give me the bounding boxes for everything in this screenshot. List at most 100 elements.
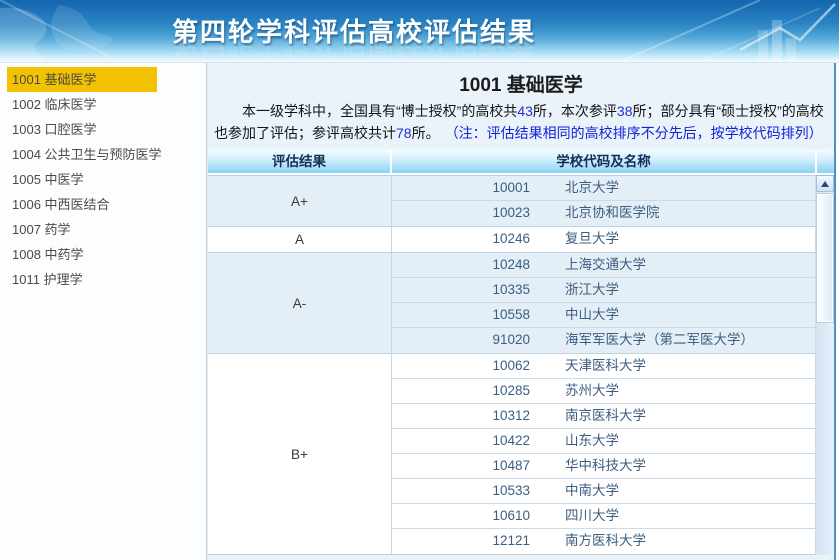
school-name: 中山大学 [565,307,619,322]
grade-label: B+ [208,354,392,554]
school-name: 苏州大学 [565,383,619,398]
school-row: 10001 北京大学 [392,176,815,201]
school-name: 浙江大学 [565,282,619,297]
school-list: 10062 天津医科大学 10285 苏州大学 10312 南京医科大学 104… [392,354,815,554]
intro-note: （注：评估结果相同的高校排序不分先后，按学校代码排列） [451,125,823,141]
school-code: 10285 [492,383,530,398]
school-code: 10487 [492,458,530,473]
school-row: 10335 浙江大学 [392,278,815,303]
school-row: 10248 上海交通大学 [392,253,815,278]
grade-label: A [208,227,392,252]
scrollbar-track[interactable] [816,192,834,555]
grade-group: A 10246 复旦大学 [208,227,815,253]
school-row: 91020 海军军医大学（第二军医大学） [392,328,815,353]
sidebar-item-label: 1001 基础医学 [12,72,97,87]
intro-text-2: 所，本次参评 [532,103,617,119]
section-title: 1001 基础医学 [459,75,583,96]
school-row: 10023 北京协和医学院 [392,201,815,226]
school-row: 12121 南方医科大学 [392,529,815,554]
school-code: 10533 [492,483,530,498]
grade-label: A+ [208,176,392,226]
page: 第四轮学科评估高校评估结果 第四轮学科评估高校评估结果 1001 基础医学 100… [0,0,839,560]
sidebar-item[interactable]: 1008 中药学 [7,242,157,267]
intro-count-doctoral: 43 [517,103,533,119]
school-row: 10422 山东大学 [392,429,815,454]
school-code: 10312 [492,408,530,423]
sidebar-item-label: 1004 公共卫生与预防医学 [12,147,162,162]
sidebar-item-label: 1006 中西医结合 [12,197,110,212]
header-scrollbar-spacer [815,150,834,173]
intro-count-total: 78 [396,125,412,141]
grade-label: A- [208,253,392,353]
school-row: 10312 南京医科大学 [392,404,815,429]
grade-group: A- 10248 上海交通大学 10335 浙江大学 10558 中山大学 91… [208,253,815,354]
school-name: 山东大学 [565,433,619,448]
intro-text-4: 所。 [411,125,440,141]
sidebar-item[interactable]: 1003 口腔医学 [7,117,157,142]
sidebar-item-label: 1005 中医学 [12,172,84,187]
school-list: 10001 北京大学 10023 北京协和医学院 [392,176,815,226]
table-body-wrap: A+ 10001 北京大学 10023 北京协和医学院 A 10246 复旦大学… [208,175,834,555]
school-row: 10533 中南大学 [392,479,815,504]
school-code: 10246 [492,231,530,246]
school-code: 10558 [492,307,530,322]
arrow-up-icon [821,180,829,187]
school-code: 10610 [492,508,530,523]
scrollbar-thumb[interactable] [817,194,833,322]
school-row: 10062 天津医科大学 [392,354,815,379]
sidebar-item[interactable]: 1006 中西医结合 [7,192,157,217]
school-name: 中南大学 [565,483,619,498]
school-list: 10248 上海交通大学 10335 浙江大学 10558 中山大学 91020… [392,253,815,353]
sidebar-item[interactable]: 1002 临床医学 [7,92,157,117]
table-header-row: 评估结果 学校代码及名称 [208,149,834,175]
school-list: 10246 复旦大学 [392,227,815,252]
grade-group: B+ 10062 天津医科大学 10285 苏州大学 10312 南京医科大学 … [208,354,815,555]
school-code: 10248 [492,257,530,272]
sidebar-item[interactable]: 1007 药学 [7,217,157,242]
banner: 第四轮学科评估高校评估结果 第四轮学科评估高校评估结果 [0,0,839,62]
school-row: 10610 四川大学 [392,504,815,529]
school-code: 91020 [492,332,530,347]
page-title: 第四轮学科评估高校评估结果 [172,17,537,47]
table-scrollbar[interactable] [815,175,834,555]
school-name: 北京大学 [565,180,619,195]
sidebar-item-label: 1003 口腔医学 [12,122,97,137]
header-grade-column: 评估结果 [208,150,392,173]
school-name: 天津医科大学 [565,358,646,373]
header-school-column: 学校代码及名称 [556,154,651,169]
school-code: 10062 [492,358,530,373]
sidebar-item-label: 1008 中药学 [12,247,84,262]
grade-group: A+ 10001 北京大学 10023 北京协和医学院 [208,176,815,227]
school-name: 华中科技大学 [565,458,646,473]
scrollbar-up-button[interactable] [816,175,834,192]
school-name: 上海交通大学 [565,257,646,272]
content-area: 1001 基础医学 1002 临床医学 1003 口腔医学 1004 公共卫生与预防医… [0,62,839,560]
school-name: 南方医科大学 [565,533,646,548]
school-code: 10335 [492,282,530,297]
sidebar-item[interactable]: 1001 基础医学 [7,67,157,92]
sidebar-item[interactable]: 1011 护理学 [7,267,157,292]
school-code: 10001 [492,180,530,195]
results-table: 评估结果 学校代码及名称 A+ 10001 北京大学 10023 北京协和医学院… [208,149,834,555]
sidebar-item-label: 1011 护理学 [12,272,83,287]
table-body: A+ 10001 北京大学 10023 北京协和医学院 A 10246 复旦大学… [208,175,815,555]
intro-text-1: 本一级学科中，全国具有“博士授权”的高校共 [242,103,518,119]
school-code: 12121 [492,533,530,548]
sidebar-item-label: 1002 临床医学 [12,97,97,112]
sidebar: 1001 基础医学 1002 临床医学 1003 口腔医学 1004 公共卫生与预防医… [0,63,207,560]
intro-count-evaluated: 38 [616,103,633,119]
main-panel: 1001 基础医学 本一级学科中，全国具有“博士授权”的高校共43所，本次参评3… [207,63,836,560]
school-row: 10558 中山大学 [392,303,815,328]
school-name: 四川大学 [565,508,619,523]
school-row: 10285 苏州大学 [392,379,815,404]
sidebar-item-label: 1007 药学 [12,222,71,237]
school-row: 10487 华中科技大学 [392,454,815,479]
school-code: 10023 [492,205,530,220]
page-title-reflection: 第四轮学科评估高校评估结果 [172,41,537,62]
sidebar-item[interactable]: 1004 公共卫生与预防医学 [7,142,162,167]
school-name: 复旦大学 [565,231,619,246]
sidebar-item[interactable]: 1005 中医学 [7,167,157,192]
school-name: 北京协和医学院 [565,205,660,220]
school-name: 南京医科大学 [565,408,646,423]
intro-paragraph: 本一级学科中，全国具有“博士授权”的高校共43所，本次参评38所；部分具有“硕士… [214,100,826,144]
